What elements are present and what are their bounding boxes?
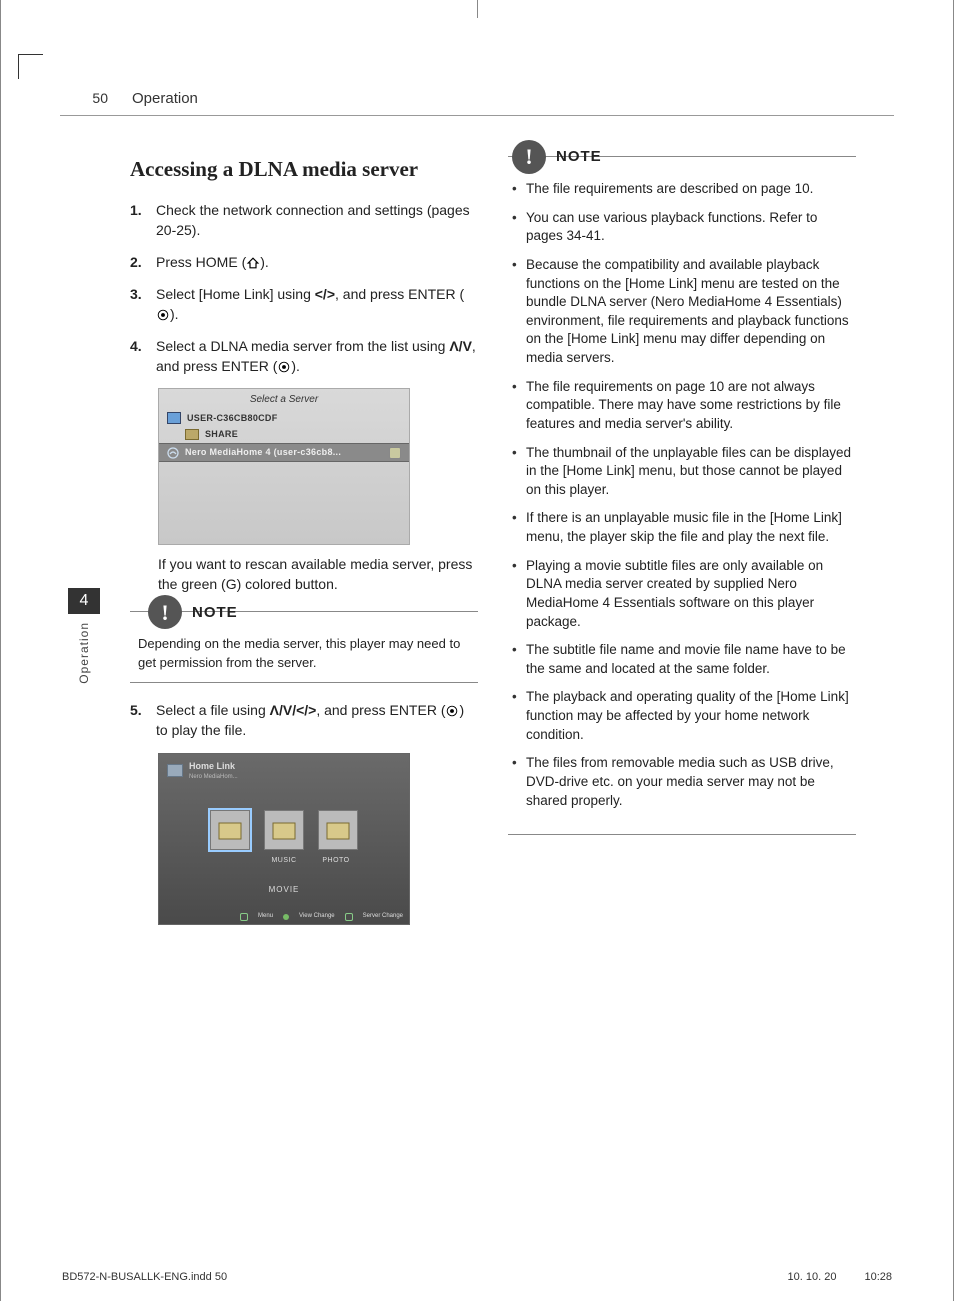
dlna-icon xyxy=(167,447,179,459)
note-alert-icon: ! xyxy=(148,595,182,629)
note-item: The file requirements on page 10 are not… xyxy=(508,378,856,434)
folder-icon xyxy=(185,429,199,440)
enter-icon xyxy=(156,309,170,321)
section-title: Operation xyxy=(132,90,198,107)
step-text: Press HOME (). xyxy=(156,253,269,273)
footer-hint: Server Change xyxy=(363,912,403,921)
crop-mark xyxy=(18,54,43,79)
page-content: 50 Operation 4 Operation Accessing a DLN… xyxy=(60,68,894,1251)
step-number: 1. xyxy=(130,201,148,241)
note-text: Depending on the media server, this play… xyxy=(138,635,474,672)
note-item: The files from removable media such as U… xyxy=(508,754,856,810)
note-item: Because the compatibility and available … xyxy=(508,256,856,368)
server-icon xyxy=(345,913,353,921)
server-row: SHARE xyxy=(205,428,238,441)
page-footer: BD572-N-BUSALLK-ENG.indd 50 10. 10. 20 1… xyxy=(62,1271,892,1283)
folder-icon xyxy=(211,811,249,849)
step-number: 2. xyxy=(130,253,148,273)
nav-arrows: Λ/V/</> xyxy=(270,702,317,718)
server-row-selected: Nero MediaHome 4 (user-c36cb8... xyxy=(185,446,341,459)
tile-label: MUSIC xyxy=(265,856,303,866)
note-item: You can use various playback functions. … xyxy=(508,209,856,246)
footer-hint: View Change xyxy=(299,912,335,921)
step-text: Select [Home Link] using </>, and press … xyxy=(156,285,478,325)
step-text: Select a file using Λ/V/</>, and press E… xyxy=(156,701,478,741)
note-box: ! NOTE Depending on the media server, th… xyxy=(130,611,478,683)
footer-hint: Menu xyxy=(258,912,273,921)
folder-icon xyxy=(167,764,183,777)
chapter-label: Operation xyxy=(77,614,91,692)
note-item: The subtitle file name and movie file na… xyxy=(508,641,856,678)
step-2: 2. Press HOME (). xyxy=(130,253,478,273)
folder-icon xyxy=(319,811,357,849)
step-number: 4. xyxy=(130,337,148,377)
step-5: 5. Select a file using Λ/V/</>, and pres… xyxy=(130,701,478,741)
left-column: Accessing a DLNA media server 1. Check t… xyxy=(130,156,478,925)
green-dot-icon xyxy=(283,914,289,920)
note-item: If there is an unplayable music file in … xyxy=(508,509,856,546)
note-item: The playback and operating quality of th… xyxy=(508,688,856,744)
page-number: 50 xyxy=(80,90,108,106)
right-column: ! NOTE The file requirements are describ… xyxy=(508,156,856,925)
up-down-arrows: Λ/V xyxy=(449,338,472,354)
chapter-number: 4 xyxy=(68,588,100,614)
footer-date: 10. 10. 20 xyxy=(788,1271,837,1283)
tile-label: PHOTO xyxy=(317,856,355,866)
rescan-hint: If you want to rescan available media se… xyxy=(158,555,478,595)
tile-movie xyxy=(210,810,250,850)
home-link-screenshot: Home Link Nero MediaHom... MUSIC PHOTO M… xyxy=(158,753,410,925)
left-right-arrows: </> xyxy=(315,286,335,302)
tile-label xyxy=(213,856,251,866)
step-list: 1. Check the network connection and sett… xyxy=(130,201,478,376)
step-4: 4. Select a DLNA media server from the l… xyxy=(130,337,478,377)
step-number: 3. xyxy=(130,285,148,325)
tile-photo xyxy=(318,810,358,850)
note-item: The thumbnail of the unplayable files ca… xyxy=(508,444,856,500)
pc-icon xyxy=(167,412,181,424)
step-3: 3. Select [Home Link] using </>, and pre… xyxy=(130,285,478,325)
note-bullet-list: The file requirements are described on p… xyxy=(508,180,856,810)
running-header: 50 Operation xyxy=(60,68,894,116)
tile-music xyxy=(264,810,304,850)
enter-icon xyxy=(445,705,459,717)
topic-heading: Accessing a DLNA media server xyxy=(130,156,478,183)
note-label: NOTE xyxy=(556,146,602,167)
note-box: ! NOTE The file requirements are describ… xyxy=(508,156,856,835)
folder-icon xyxy=(265,811,303,849)
step-list-cont: 5. Select a file using Λ/V/</>, and pres… xyxy=(130,701,478,741)
step-text: Check the network connection and setting… xyxy=(156,201,478,241)
step-number: 5. xyxy=(130,701,148,741)
current-tile-label: MOVIE xyxy=(159,884,409,895)
screenshot-title: Select a Server xyxy=(159,389,409,409)
chapter-tab: 4 Operation xyxy=(68,588,100,697)
step-text: Select a DLNA media server from the list… xyxy=(156,337,478,377)
menu-icon xyxy=(240,913,248,921)
note-item: The file requirements are described on p… xyxy=(508,180,856,199)
step-1: 1. Check the network connection and sett… xyxy=(130,201,478,241)
note-label: NOTE xyxy=(192,602,238,623)
home-icon xyxy=(246,257,260,269)
screenshot-title: Home Link xyxy=(189,760,238,773)
footer-time: 10:28 xyxy=(864,1271,892,1283)
enter-icon xyxy=(277,361,291,373)
screenshot-subtitle: Nero MediaHom... xyxy=(189,773,238,782)
server-select-screenshot: Select a Server USER-C36CB80CDF SHARE Ne… xyxy=(158,388,410,545)
top-tick-mark xyxy=(477,0,478,18)
note-alert-icon: ! xyxy=(512,140,546,174)
note-item: Playing a movie subtitle files are only … xyxy=(508,557,856,632)
footer-filename: BD572-N-BUSALLK-ENG.indd 50 xyxy=(62,1271,227,1283)
server-row: USER-C36CB80CDF xyxy=(187,412,278,425)
info-badge-icon xyxy=(389,447,401,459)
